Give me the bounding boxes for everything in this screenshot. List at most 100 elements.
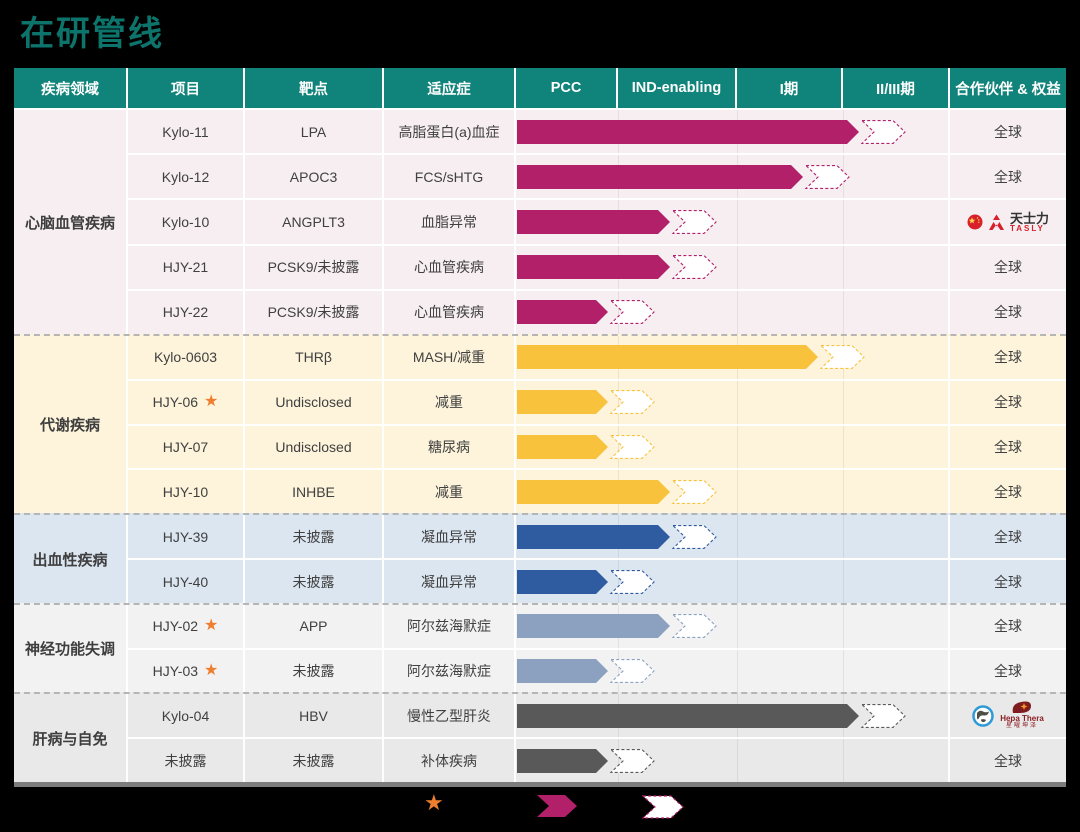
project-name: Kylo-04 bbox=[162, 708, 209, 724]
section-label: 心脑血管疾病 bbox=[14, 110, 128, 334]
table-row: Kylo-10★ ANGPLT3 血脂异常 天士力 TASLY bbox=[128, 200, 1066, 245]
section-label: 代谢疾病 bbox=[14, 336, 128, 513]
phase-track bbox=[516, 694, 950, 737]
project-cell: Kylo-04★ bbox=[128, 694, 245, 737]
partner-region: 全球 bbox=[994, 751, 1022, 771]
col-header-disease-area: 疾病领域 bbox=[14, 68, 128, 108]
project-name: Kylo-12 bbox=[162, 169, 209, 185]
table-row: HJY-02★ APP 阿尔兹海默症 全球 bbox=[128, 605, 1066, 650]
partner-cell: 全球 bbox=[950, 426, 1066, 469]
tasly-logo: 天士力 TASLY bbox=[967, 212, 1049, 233]
table-row: HJY-21★ PCSK9/未披露 心血管疾病 全球 bbox=[128, 246, 1066, 291]
project-name: HJY-06 bbox=[153, 394, 198, 410]
phase-progress-arrow bbox=[517, 570, 660, 594]
phase-progress-arrow bbox=[517, 749, 660, 773]
section-label: 神经功能失调 bbox=[14, 605, 128, 692]
project-name: HJY-07 bbox=[163, 439, 208, 455]
partner-region: 全球 bbox=[994, 661, 1022, 681]
project-cell: HJY-21★ bbox=[128, 246, 245, 289]
section-cardiovascular: 心脑血管疾病 Kylo-11★ LPA 高脂蛋白(a)血症 全球 Kylo-12… bbox=[14, 110, 1066, 334]
target-cell: 未披露 bbox=[245, 739, 384, 782]
tasly-mark-icon bbox=[988, 214, 1005, 231]
legend-dashed-arrow-icon bbox=[642, 795, 685, 819]
partner-region: 全球 bbox=[994, 392, 1022, 412]
col-header-indication: 适应症 bbox=[384, 68, 516, 108]
phase-track bbox=[516, 200, 950, 243]
target-cell: PCSK9/未披露 bbox=[245, 291, 384, 334]
indication-cell: 减重 bbox=[384, 470, 516, 513]
target-cell: Undisclosed bbox=[245, 426, 384, 469]
phase-progress-arrow bbox=[517, 300, 660, 324]
col-header-pcc: PCC bbox=[516, 68, 618, 108]
phase-track bbox=[516, 381, 950, 424]
star-icon: ★ bbox=[204, 618, 218, 634]
partner-region: 全球 bbox=[994, 572, 1022, 592]
phase-progress-arrow bbox=[517, 659, 660, 683]
partner-cell: 全球 bbox=[950, 470, 1066, 513]
indication-cell: 凝血异常 bbox=[384, 515, 516, 558]
indication-cell: 血脂异常 bbox=[384, 200, 516, 243]
globe-icon bbox=[972, 705, 994, 727]
indication-cell: MASH/减重 bbox=[384, 336, 516, 379]
legend-star-icon: ★ bbox=[424, 792, 444, 814]
table-row: HJY-06★ Undisclosed 减重 全球 bbox=[128, 381, 1066, 426]
indication-cell: 糖尿病 bbox=[384, 426, 516, 469]
indication-cell: 阿尔兹海默症 bbox=[384, 605, 516, 648]
target-cell: INHBE bbox=[245, 470, 384, 513]
project-name: Kylo-11 bbox=[162, 124, 208, 140]
phase-track bbox=[516, 246, 950, 289]
project-name: Kylo-0603 bbox=[154, 349, 217, 365]
table-row: 未披露★ 未披露 补体疾病 全球 bbox=[128, 739, 1066, 782]
project-cell: HJY-07★ bbox=[128, 426, 245, 469]
indication-cell: 补体疾病 bbox=[384, 739, 516, 782]
hepathera-name-en: Hepa Thera bbox=[1000, 714, 1044, 724]
phase-track bbox=[516, 470, 950, 513]
phase-progress-arrow bbox=[517, 390, 660, 414]
phase-progress-arrow bbox=[517, 165, 855, 189]
partner-region: 全球 bbox=[994, 257, 1022, 277]
target-cell: 未披露 bbox=[245, 515, 384, 558]
tasly-text: 天士力 TASLY bbox=[1010, 212, 1049, 233]
target-cell: PCSK9/未披露 bbox=[245, 246, 384, 289]
table-row: HJY-40★ 未披露 凝血异常 全球 bbox=[128, 560, 1066, 603]
phase-progress-arrow bbox=[517, 435, 660, 459]
phase-track bbox=[516, 426, 950, 469]
hepathera-leaf-icon bbox=[1012, 701, 1032, 714]
star-icon: ★ bbox=[204, 394, 218, 410]
partner-cell: 全球 bbox=[950, 739, 1066, 782]
project-cell: 未披露★ bbox=[128, 739, 245, 782]
target-cell: Undisclosed bbox=[245, 381, 384, 424]
partner-region: 全球 bbox=[994, 122, 1022, 142]
pipeline-table: 疾病领域 项目 靶点 适应症 PCC IND-enabling I期 II/II… bbox=[14, 68, 1066, 787]
table-row: Kylo-0603★ THRβ MASH/减重 全球 bbox=[128, 336, 1066, 381]
partner-region: 全球 bbox=[994, 482, 1022, 502]
table-row: HJY-22★ PCSK9/未披露 心血管疾病 全球 bbox=[128, 291, 1066, 334]
project-name: 未披露 bbox=[165, 751, 207, 771]
project-name: HJY-40 bbox=[163, 574, 208, 590]
phase-progress-arrow bbox=[517, 525, 722, 549]
target-cell: ANGPLT3 bbox=[245, 200, 384, 243]
phase-track bbox=[516, 605, 950, 648]
partner-region: 全球 bbox=[994, 437, 1022, 457]
target-cell: 未披露 bbox=[245, 650, 384, 693]
indication-cell: 高脂蛋白(a)血症 bbox=[384, 110, 516, 153]
phase-progress-arrow bbox=[517, 614, 722, 638]
hepathera-name-cn: 星曜坤泽 bbox=[1006, 723, 1038, 730]
phase-progress-arrow bbox=[517, 480, 722, 504]
partner-cell: 全球 bbox=[950, 560, 1066, 603]
partner-cell: 全球 bbox=[950, 110, 1066, 153]
page-title: 在研管线 bbox=[20, 6, 164, 55]
star-icon: ★ bbox=[204, 663, 218, 679]
section-neurological: 神经功能失调 HJY-02★ APP 阿尔兹海默症 全球 HJY-03 ★ 未披露… bbox=[14, 603, 1066, 692]
table-row: Kylo-12★ APOC3 FCS/sHTG 全球 bbox=[128, 155, 1066, 200]
col-header-target: 靶点 bbox=[245, 68, 384, 108]
target-cell: APOC3 bbox=[245, 155, 384, 198]
project-cell: Kylo-0603★ bbox=[128, 336, 245, 379]
project-name: HJY-03 bbox=[153, 663, 198, 679]
phase-track bbox=[516, 515, 950, 558]
project-cell: Kylo-12★ bbox=[128, 155, 245, 198]
col-header-phase23: II/III期 bbox=[843, 68, 950, 108]
pipeline-slide: { "title": "在研管线", "columns": ["疾病领域","项… bbox=[0, 0, 1080, 832]
project-name: HJY-22 bbox=[163, 304, 208, 320]
partner-cell: 全球 bbox=[950, 246, 1066, 289]
